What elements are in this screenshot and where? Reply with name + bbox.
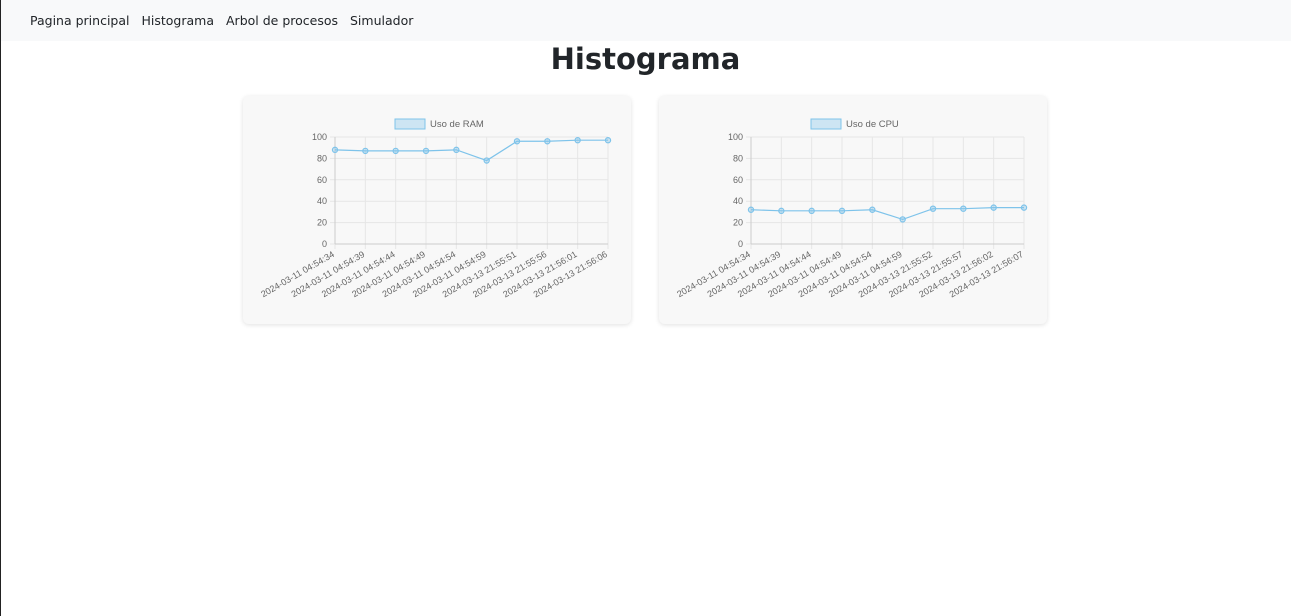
ram-y-tick-label: 20 [317,218,327,228]
cpu-y-tick-label: 40 [733,196,743,206]
ram-y-tick-label: 60 [317,175,327,185]
ram-data-point[interactable] [483,157,490,164]
ram-chart-card: Uso de RAM 0 20 40 60 80 100 2024-03-11 04:54:3… [243,96,631,324]
cpu-legend-label: Uso de CPU [846,119,899,130]
nav-link-arbol-de-procesos[interactable]: Arbol de procesos [226,13,338,28]
ram-data-point[interactable] [362,147,369,155]
ram-data-point[interactable] [392,147,399,155]
top-navbar: Pagina principal Histograma Arbol de pro… [1,0,1291,41]
cpu-y-tick-label: 100 [728,132,743,142]
cpu-y-tick-label: 80 [733,153,743,163]
ram-data-point[interactable] [422,147,430,155]
cpu-y-tick-label: 20 [733,218,743,228]
nav-link-pagina-principal[interactable]: Pagina principal [30,13,129,28]
nav-link-simulador[interactable]: Simulador [350,13,413,28]
nav-link-histograma[interactable]: Histograma [141,13,214,28]
ram-legend-swatch[interactable] [394,118,426,130]
cpu-data-point[interactable] [960,205,967,212]
ram-y-tick-label: 100 [312,132,327,142]
cpu-line-chart: Uso de CPU0204060801002024-03-11 04:54:3… [675,118,1028,300]
cpu-y-tick-label: 0 [738,239,743,249]
cpu-data-point[interactable] [869,206,876,213]
ram-data-point[interactable] [453,146,460,154]
ram-line-chart: Uso de RAM0204060801002024-03-11 04:54:3… [259,118,612,300]
page-title: Histograma [550,42,741,76]
cpu-data-point[interactable] [778,207,785,215]
ram-y-tick-label: 40 [317,196,327,206]
ram-data-point[interactable] [331,146,339,154]
ram-series-line [334,139,608,162]
ram-y-tick-label: 0 [322,239,327,249]
cpu-series-line [750,207,1024,221]
cpu-data-point[interactable] [808,207,815,215]
cpu-data-point[interactable] [1020,204,1028,211]
cpu-data-point[interactable] [899,216,906,223]
cpu-legend-swatch[interactable] [810,118,842,130]
ram-data-point[interactable] [544,138,551,145]
ram-data-point[interactable] [604,137,612,144]
cpu-y-tick-label: 60 [733,175,743,185]
ram-legend-label: Uso de RAM [430,119,484,130]
ram-data-point[interactable] [513,138,521,145]
cpu-data-point[interactable] [747,206,755,213]
ram-y-tick-label: 80 [317,153,327,163]
ram-data-point[interactable] [574,137,581,144]
cpu-data-point[interactable] [929,205,937,212]
cpu-data-point[interactable] [838,207,846,215]
cpu-chart-card: Uso de CPU 0 20 40 60 80 100 2024-03-11 04:54:3… [659,96,1047,324]
cpu-data-point[interactable] [990,204,997,211]
